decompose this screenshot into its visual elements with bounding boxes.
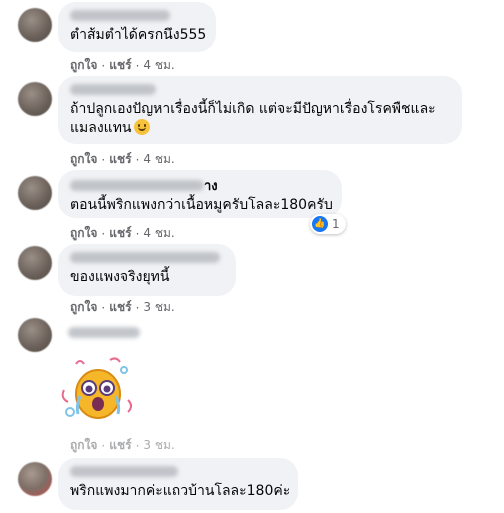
like-link[interactable]: ถูกใจ xyxy=(70,298,97,317)
timestamp[interactable]: 3 ชม. xyxy=(143,436,174,455)
commenter-name-redacted[interactable] xyxy=(68,327,140,338)
avatar[interactable] xyxy=(18,8,52,42)
comment-actions: ถูกใจ · แชร์ · 4 ชม. xyxy=(70,150,175,169)
commenter-name-redacted[interactable] xyxy=(70,84,156,95)
share-link[interactable]: แชร์ xyxy=(109,56,131,75)
avatar[interactable] xyxy=(18,318,52,352)
timestamp[interactable]: 4 ชม. xyxy=(143,56,174,75)
timestamp[interactable]: 4 ชม. xyxy=(143,150,174,169)
commenter-name-row: าง xyxy=(70,178,330,194)
comment-text-line-2: แมลงแทน xyxy=(70,119,450,138)
reaction-summary[interactable]: 👍 1 xyxy=(310,214,346,234)
comment-bubble: ถ้าปลูกเองปัญหาเรื่องนี้ก็ไม่เกิด แต่จะม… xyxy=(58,76,462,144)
comment-text-line-2-value: แมลงแทน xyxy=(70,120,132,136)
comment-bubble: ของแพงจริงยุทนี้ xyxy=(58,244,236,296)
timestamp[interactable]: 4 ชม. xyxy=(143,224,174,243)
like-link[interactable]: ถูกใจ xyxy=(70,150,97,169)
avatar[interactable] xyxy=(18,82,52,116)
separator-dot: · xyxy=(101,58,106,73)
commenter-name-tail[interactable]: าง xyxy=(204,175,218,196)
commenter-name-redacted[interactable] xyxy=(70,10,170,21)
smiling-face-emoji-icon xyxy=(133,119,150,135)
separator-dot: · xyxy=(135,152,140,167)
separator-dot: · xyxy=(135,58,140,73)
like-link[interactable]: ถูกใจ xyxy=(70,56,97,75)
separator-dot: · xyxy=(101,300,106,315)
comment-bubble: ตำส้มตำได้ครกนึง555 xyxy=(58,2,216,52)
separator-dot: · xyxy=(135,226,140,241)
like-link[interactable]: ถูกใจ xyxy=(70,224,97,243)
share-link[interactable]: แชร์ xyxy=(109,224,131,243)
share-link[interactable]: แชร์ xyxy=(109,150,131,169)
comment-text: ตำส้มตำได้ครกนึง555 xyxy=(70,27,207,43)
commenter-name-redacted[interactable] xyxy=(70,179,204,191)
separator-dot: · xyxy=(135,438,140,453)
comment-bubble: าง ตอนนี้พริกแพงกว่าเนื้อหมูครับโลละ180ค… xyxy=(58,170,342,218)
comment-text: พริกแพงมากค่ะแถวบ้านโลละ180ค่ะ xyxy=(70,483,291,499)
like-link[interactable]: ถูกใจ xyxy=(70,436,97,455)
comment-actions: ถูกใจ · แชร์ · 4 ชม. xyxy=(70,56,175,75)
comment-text-line-1: ถ้าปลูกเองปัญหาเรื่องนี้ก็ไม่เกิด แต่จะม… xyxy=(70,101,436,117)
separator-dot: · xyxy=(101,438,106,453)
reaction-count: 1 xyxy=(332,217,340,231)
comment-text: ตอนนี้พริกแพงกว่าเนื้อหมูครับโลละ180ครับ xyxy=(70,197,333,213)
share-link[interactable]: แชร์ xyxy=(109,298,131,317)
commenter-name-redacted[interactable] xyxy=(70,252,220,263)
timestamp[interactable]: 3 ชม. xyxy=(143,298,174,317)
avatar[interactable] xyxy=(18,462,52,496)
crying-cartoon-sticker-icon[interactable] xyxy=(58,350,138,430)
comment-actions: ถูกใจ · แชร์ · 3 ชม. xyxy=(70,436,175,455)
share-link[interactable]: แชร์ xyxy=(109,436,131,455)
comment-actions: ถูกใจ · แชร์ · 3 ชม. xyxy=(70,298,175,317)
comment-actions: ถูกใจ · แชร์ · 4 ชม. xyxy=(70,224,175,243)
separator-dot: · xyxy=(101,226,106,241)
avatar[interactable] xyxy=(18,176,52,210)
separator-dot: · xyxy=(101,152,106,167)
separator-dot: · xyxy=(135,300,140,315)
commenter-name-redacted[interactable] xyxy=(70,466,178,477)
avatar[interactable] xyxy=(18,246,52,280)
comment-text: ของแพงจริงยุทนี้ xyxy=(70,269,170,285)
like-icon: 👍 xyxy=(312,216,328,232)
comment-bubble: พริกแพงมากค่ะแถวบ้านโลละ180ค่ะ xyxy=(58,458,298,510)
